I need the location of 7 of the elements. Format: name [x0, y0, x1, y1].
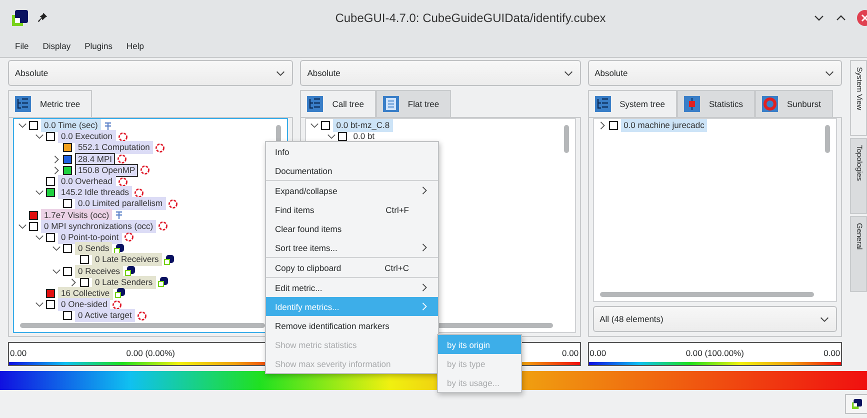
value-current: 0.00 (0.00%) — [126, 348, 175, 358]
value-current: 0.00 (100.00%) — [686, 348, 744, 358]
value-max: 0.00 — [561, 348, 579, 358]
value-min: 0.00 — [590, 348, 608, 358]
value-min: 0.00 — [10, 348, 28, 358]
window-title: CubeGUI-4.7.0: CubeGuideGUIData/identify.cubex — [334, 10, 607, 24]
value-max: 0.00 — [822, 348, 840, 358]
